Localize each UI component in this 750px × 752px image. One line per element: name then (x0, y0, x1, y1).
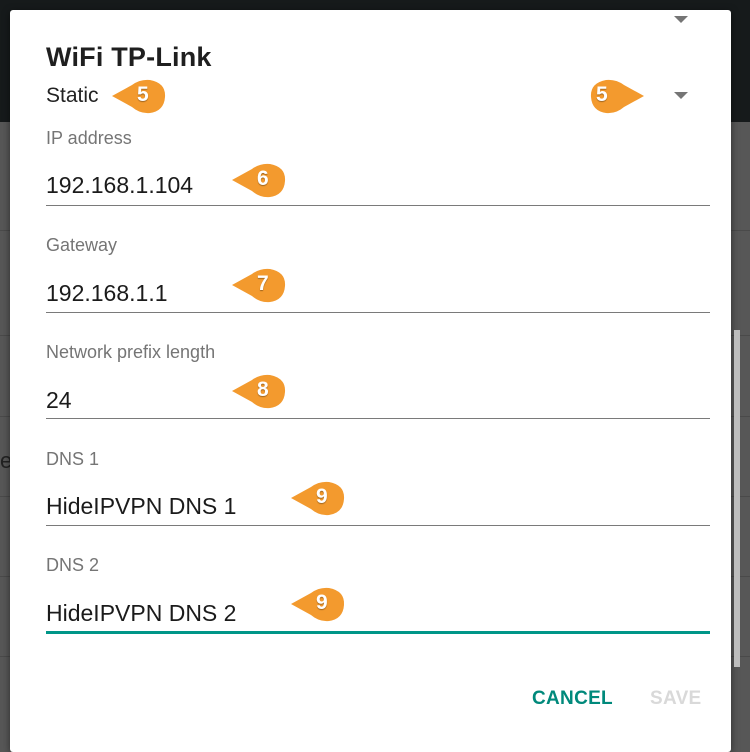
gateway-underline (46, 312, 710, 313)
prefix-length-underline (46, 418, 710, 419)
annotation-number: 5 (596, 83, 608, 106)
annotation-callout: 8 (230, 374, 286, 409)
scrollbar[interactable] (734, 330, 740, 667)
annotation-callout: 5 (110, 79, 166, 114)
ip-address-underline (46, 205, 710, 206)
dns2-underline-focused (46, 631, 710, 634)
annotation-number: 5 (137, 83, 149, 106)
wifi-config-dialog: WiFi TP-Link Static IP address 192.168.1… (10, 10, 740, 752)
annotation-callout: 9 (289, 481, 345, 516)
cancel-button[interactable]: CANCEL (532, 688, 613, 710)
prefix-length-label: Network prefix length (46, 342, 216, 362)
gateway-label: Gateway (46, 235, 118, 255)
ip-address-label: IP address (46, 128, 132, 148)
annotation-number: 9 (316, 591, 328, 614)
ip-address-input[interactable]: 192.168.1.104 (46, 172, 193, 199)
annotation-number: 6 (257, 167, 269, 190)
dns1-underline (46, 525, 710, 526)
annotation-number: 9 (316, 485, 328, 508)
ip-settings-mode[interactable]: Static (46, 84, 99, 108)
annotation-callout: 6 (230, 163, 286, 198)
annotation-number: 7 (257, 272, 269, 295)
dialog-title: WiFi TP-Link (46, 42, 212, 72)
dns2-input[interactable]: HideIPVPN DNS 2 (46, 600, 236, 627)
gateway-input[interactable]: 192.168.1.1 (46, 280, 168, 307)
dns1-input[interactable]: HideIPVPN DNS 1 (46, 493, 236, 520)
dns2-label: DNS 2 (46, 555, 100, 575)
annotation-callout: 9 (289, 587, 345, 622)
dropdown-arrow-icon[interactable] (674, 16, 688, 23)
prefix-length-input[interactable]: 24 (46, 387, 72, 414)
ip-settings-dropdown-icon[interactable] (674, 92, 688, 99)
dns1-label: DNS 1 (46, 449, 100, 469)
annotation-callout: 5 (588, 79, 644, 114)
annotation-number: 8 (257, 378, 269, 401)
save-button[interactable]: SAVE (650, 688, 702, 710)
annotation-callout: 7 (230, 268, 286, 303)
